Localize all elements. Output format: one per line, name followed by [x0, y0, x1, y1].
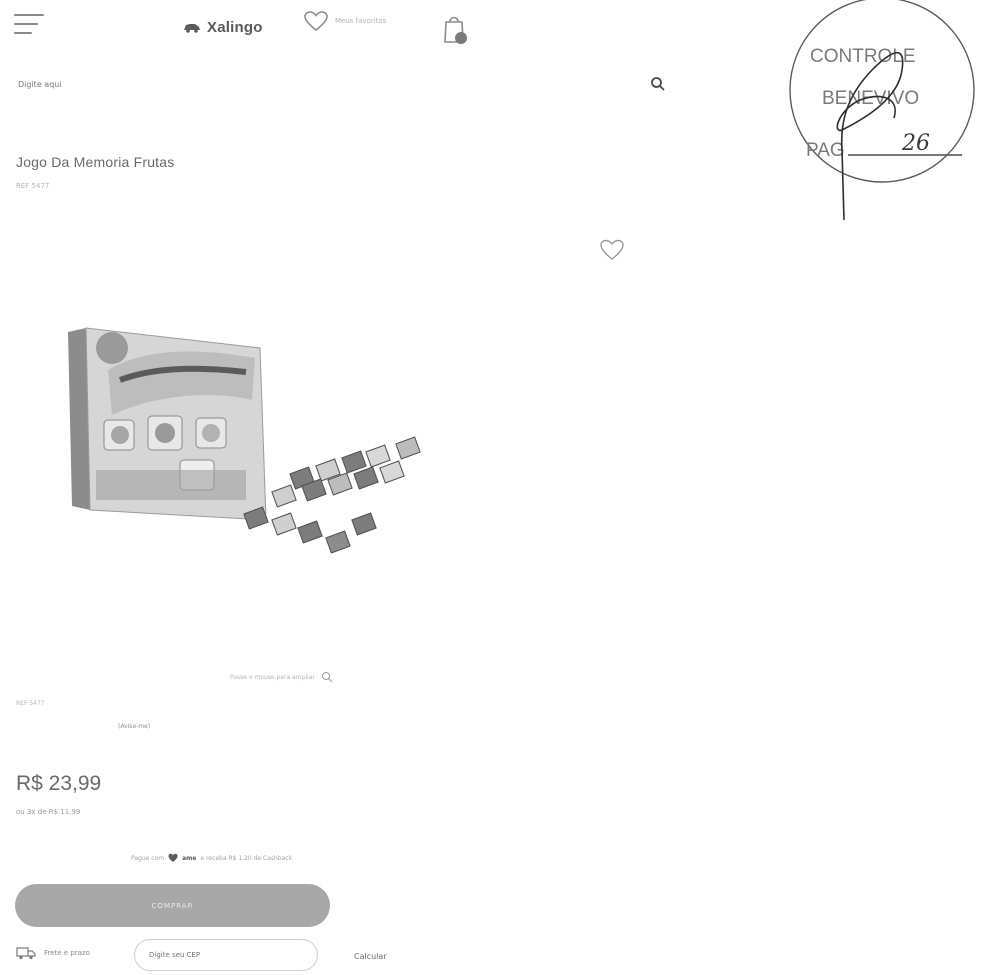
wishlist-label: Meus favoritos — [335, 16, 387, 25]
product-ref: REF 5477 — [16, 182, 50, 190]
logo-text: Xalingo — [207, 18, 263, 36]
zoom-icon — [321, 672, 333, 683]
ame-brand: ame — [182, 854, 197, 862]
ame-heart-icon — [168, 853, 178, 862]
shipping-label: Frete e prazo — [44, 949, 90, 957]
product-ref-secondary: REF 5477 — [16, 700, 45, 707]
stamp-line1: CONTROLE — [810, 46, 916, 67]
shopping-bag-icon[interactable] — [440, 10, 470, 46]
search-bar — [14, 68, 665, 100]
product-title: Jogo Da Memoria Frutas — [16, 154, 175, 170]
control-stamp: CONTROLE BENEVIVO PAG 26 — [789, 0, 975, 221]
brand-logo[interactable]: Xalingo — [183, 14, 263, 40]
car-logo-icon — [184, 24, 200, 33]
product-image[interactable] — [60, 320, 430, 570]
zoom-hint: Passe o mouse para ampliar — [230, 671, 333, 683]
search-icon[interactable] — [650, 76, 666, 92]
heart-icon — [304, 11, 328, 32]
search-input[interactable] — [14, 68, 622, 100]
product-price: R$ 23,99 — [16, 772, 102, 795]
favorite-heart-icon[interactable] — [598, 238, 626, 262]
cep-input[interactable] — [134, 939, 318, 971]
stamp-line2: BENEVIVO — [822, 88, 919, 109]
wishlist-link[interactable]: Meus favoritos — [303, 10, 395, 32]
stamp-line3: PAG — [806, 140, 845, 161]
ame-cashback-banner: Pague com ame e receba R$ 1,20 de Cashba… — [131, 853, 292, 863]
zoom-hint-text: Passe o mouse para ampliar — [230, 673, 315, 681]
buy-button[interactable]: COMPRAR — [15, 884, 330, 927]
ame-text-before: Pague com — [131, 854, 165, 862]
stamp-number: 26 — [901, 131, 930, 156]
calculate-shipping-button[interactable]: Calcular — [354, 952, 387, 961]
truck-icon — [16, 947, 36, 960]
ame-text-after: e receba R$ 1,20 de Cashback — [200, 854, 293, 862]
menu-icon[interactable] — [14, 14, 44, 40]
installment-text: ou 3x de R$ 11,99 — [16, 808, 81, 816]
notify-me-link[interactable]: (Avise-me) — [118, 723, 150, 730]
shipping-section: Frete e prazo — [16, 946, 90, 960]
